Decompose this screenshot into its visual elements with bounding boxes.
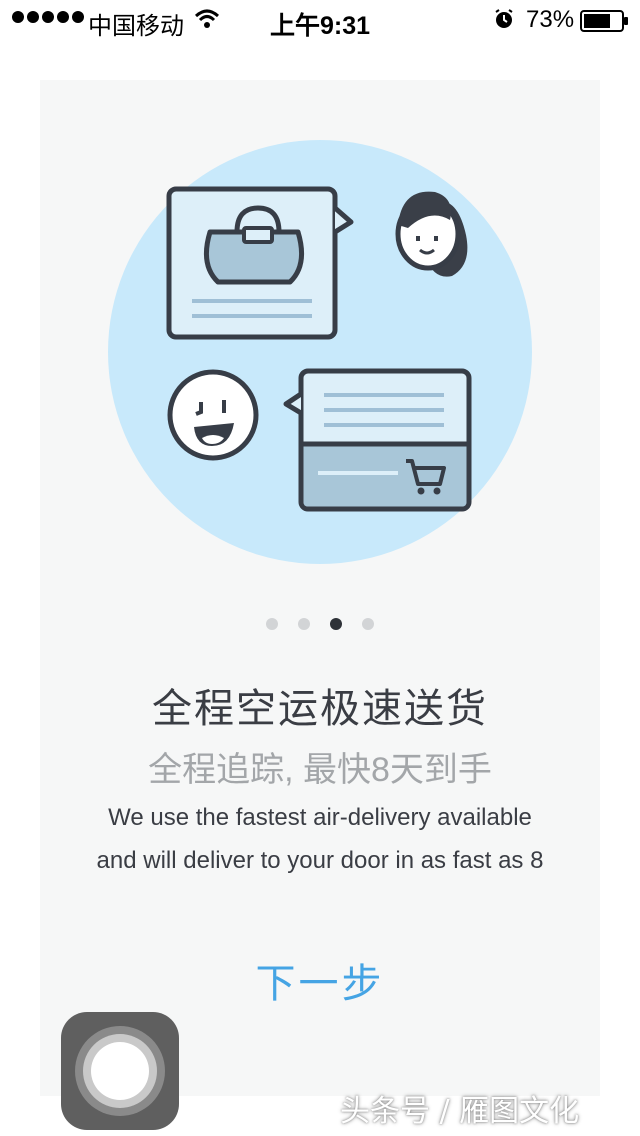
page-dot[interactable] [362,618,374,630]
page-subtitle: 全程追踪, 最快8天到手 [148,751,492,789]
battery-icon [580,10,628,32]
assistive-touch-button[interactable] [61,1012,179,1130]
page-dot[interactable] [330,618,342,630]
watermark: 头条号 / 雁图文化 [340,1094,580,1129]
smiley-face-icon [167,369,259,461]
page-title: 全程空运极速送货 [152,687,488,731]
page-indicator[interactable] [40,618,600,630]
delivery-illustration [108,140,532,564]
description-line-2: and will deliver to your door in as fast… [96,847,544,874]
page-dot[interactable] [298,618,310,630]
onboarding-card: 全程空运极速送货 全程追踪, 最快8天到手 We use the fastest… [40,80,600,1096]
shopping-chat-bubble-icon [283,368,472,512]
battery-percent: 73% [526,6,575,33]
page-dot[interactable] [266,618,278,630]
next-button[interactable]: 下一步 [220,954,420,1014]
description: We use the fastest air-delivery availabl… [40,796,600,882]
status-bar: 中国移动 上午9:31 73% [0,0,640,40]
description-line-1: We use the fastest air-delivery availabl… [108,804,532,831]
alarm-icon [495,9,513,28]
